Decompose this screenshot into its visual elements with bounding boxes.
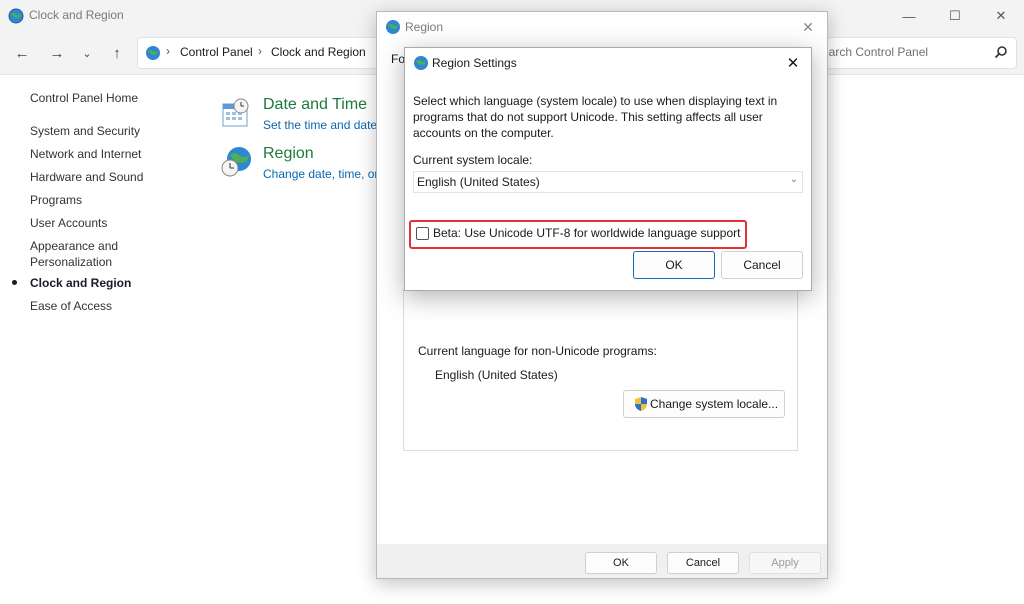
sidebar-item-system-security[interactable]: System and Security <box>30 124 140 138</box>
sidebar-item-clock-region[interactable]: Clock and Region <box>30 276 131 290</box>
chevron-down-icon[interactable]: ⌄ <box>74 41 100 65</box>
region-title-bar: Region ✕ <box>377 12 827 44</box>
ok-button[interactable]: OK <box>585 552 657 574</box>
minimize-icon[interactable]: — <box>886 0 932 32</box>
beta-utf8-checkbox[interactable] <box>416 227 429 240</box>
breadcrumb-separator-icon: › <box>258 44 262 58</box>
search-icon[interactable] <box>994 45 1008 62</box>
cancel-button[interactable]: Cancel <box>667 552 739 574</box>
current-locale-label: Current system locale: <box>413 153 533 167</box>
globe-icon <box>145 45 161 64</box>
close-icon[interactable]: ✕ <box>781 52 805 74</box>
breadcrumb-control-panel[interactable]: Control Panel <box>180 45 253 59</box>
sidebar-item-user-accounts[interactable]: User Accounts <box>30 216 107 230</box>
admin-settings-box: Current language for non-Unicode program… <box>403 289 798 451</box>
breadcrumb-clock-and-region[interactable]: Clock and Region <box>271 45 366 59</box>
non-unicode-value: English (United States) <box>435 368 558 382</box>
chevron-down-icon: ⌄ <box>789 174 798 185</box>
sidebar-item-personalization[interactable]: Personalization <box>30 255 112 269</box>
sidebar-item-hardware[interactable]: Hardware and Sound <box>30 170 143 184</box>
system-locale-select[interactable]: English (United States) ⌄ <box>413 171 803 193</box>
back-arrow-icon[interactable]: ← <box>9 41 35 65</box>
sidebar-item-ease-of-access[interactable]: Ease of Access <box>30 299 112 313</box>
region-button-bar: OK Cancel Apply <box>377 544 827 578</box>
maximize-icon[interactable]: ☐ <box>932 0 978 32</box>
cancel-button[interactable]: Cancel <box>721 251 803 279</box>
non-unicode-label: Current language for non-Unicode program… <box>418 344 657 358</box>
close-icon[interactable]: ✕ <box>797 16 819 38</box>
sidebar-item-home[interactable]: Control Panel Home <box>30 91 138 105</box>
search-placeholder: earch Control Panel <box>822 45 929 59</box>
breadcrumb-separator-icon: › <box>166 44 170 58</box>
beta-utf8-option[interactable]: Beta: Use Unicode UTF-8 for worldwide la… <box>409 220 747 249</box>
globe-icon <box>413 55 429 74</box>
shield-icon <box>634 396 648 415</box>
globe-icon <box>8 8 24 27</box>
region-settings-title: Region Settings <box>432 56 517 70</box>
region-globe-icon <box>219 145 253 182</box>
window-title: Clock and Region <box>29 8 124 22</box>
system-locale-value: English (United States) <box>417 175 540 189</box>
active-indicator <box>12 280 17 285</box>
search-input[interactable]: earch Control Panel <box>815 37 1017 69</box>
sidebar-item-programs[interactable]: Programs <box>30 193 82 207</box>
change-system-locale-label: Change system locale... <box>650 397 779 411</box>
tab-formats[interactable]: Fo <box>391 52 405 66</box>
category-link[interactable]: Set the time and date <box>263 118 377 132</box>
address-bar[interactable]: › Control Panel › Clock and Region <box>137 37 379 69</box>
category-title[interactable]: Region <box>263 145 314 163</box>
ok-button[interactable]: OK <box>633 251 715 279</box>
change-system-locale-button[interactable]: Change system locale... <box>623 390 785 418</box>
region-title: Region <box>405 20 444 34</box>
locale-description: Select which language (system locale) to… <box>413 94 778 140</box>
apply-button[interactable]: Apply <box>749 552 821 574</box>
sidebar-item-appearance[interactable]: Appearance and <box>30 239 118 253</box>
close-icon[interactable]: ✕ <box>978 0 1024 32</box>
globe-icon <box>385 19 401 38</box>
category-link[interactable]: Change date, time, or <box>263 167 378 181</box>
up-arrow-icon[interactable]: ↑ <box>104 41 130 65</box>
forward-arrow-icon[interactable]: → <box>44 41 70 65</box>
calendar-clock-icon <box>219 96 253 133</box>
sidebar-item-network[interactable]: Network and Internet <box>30 147 141 161</box>
beta-utf8-label[interactable]: Beta: Use Unicode UTF-8 for worldwide la… <box>433 226 741 240</box>
category-title[interactable]: Date and Time <box>263 96 367 114</box>
region-settings-dialog: Region Settings ✕ Select which language … <box>404 47 812 291</box>
